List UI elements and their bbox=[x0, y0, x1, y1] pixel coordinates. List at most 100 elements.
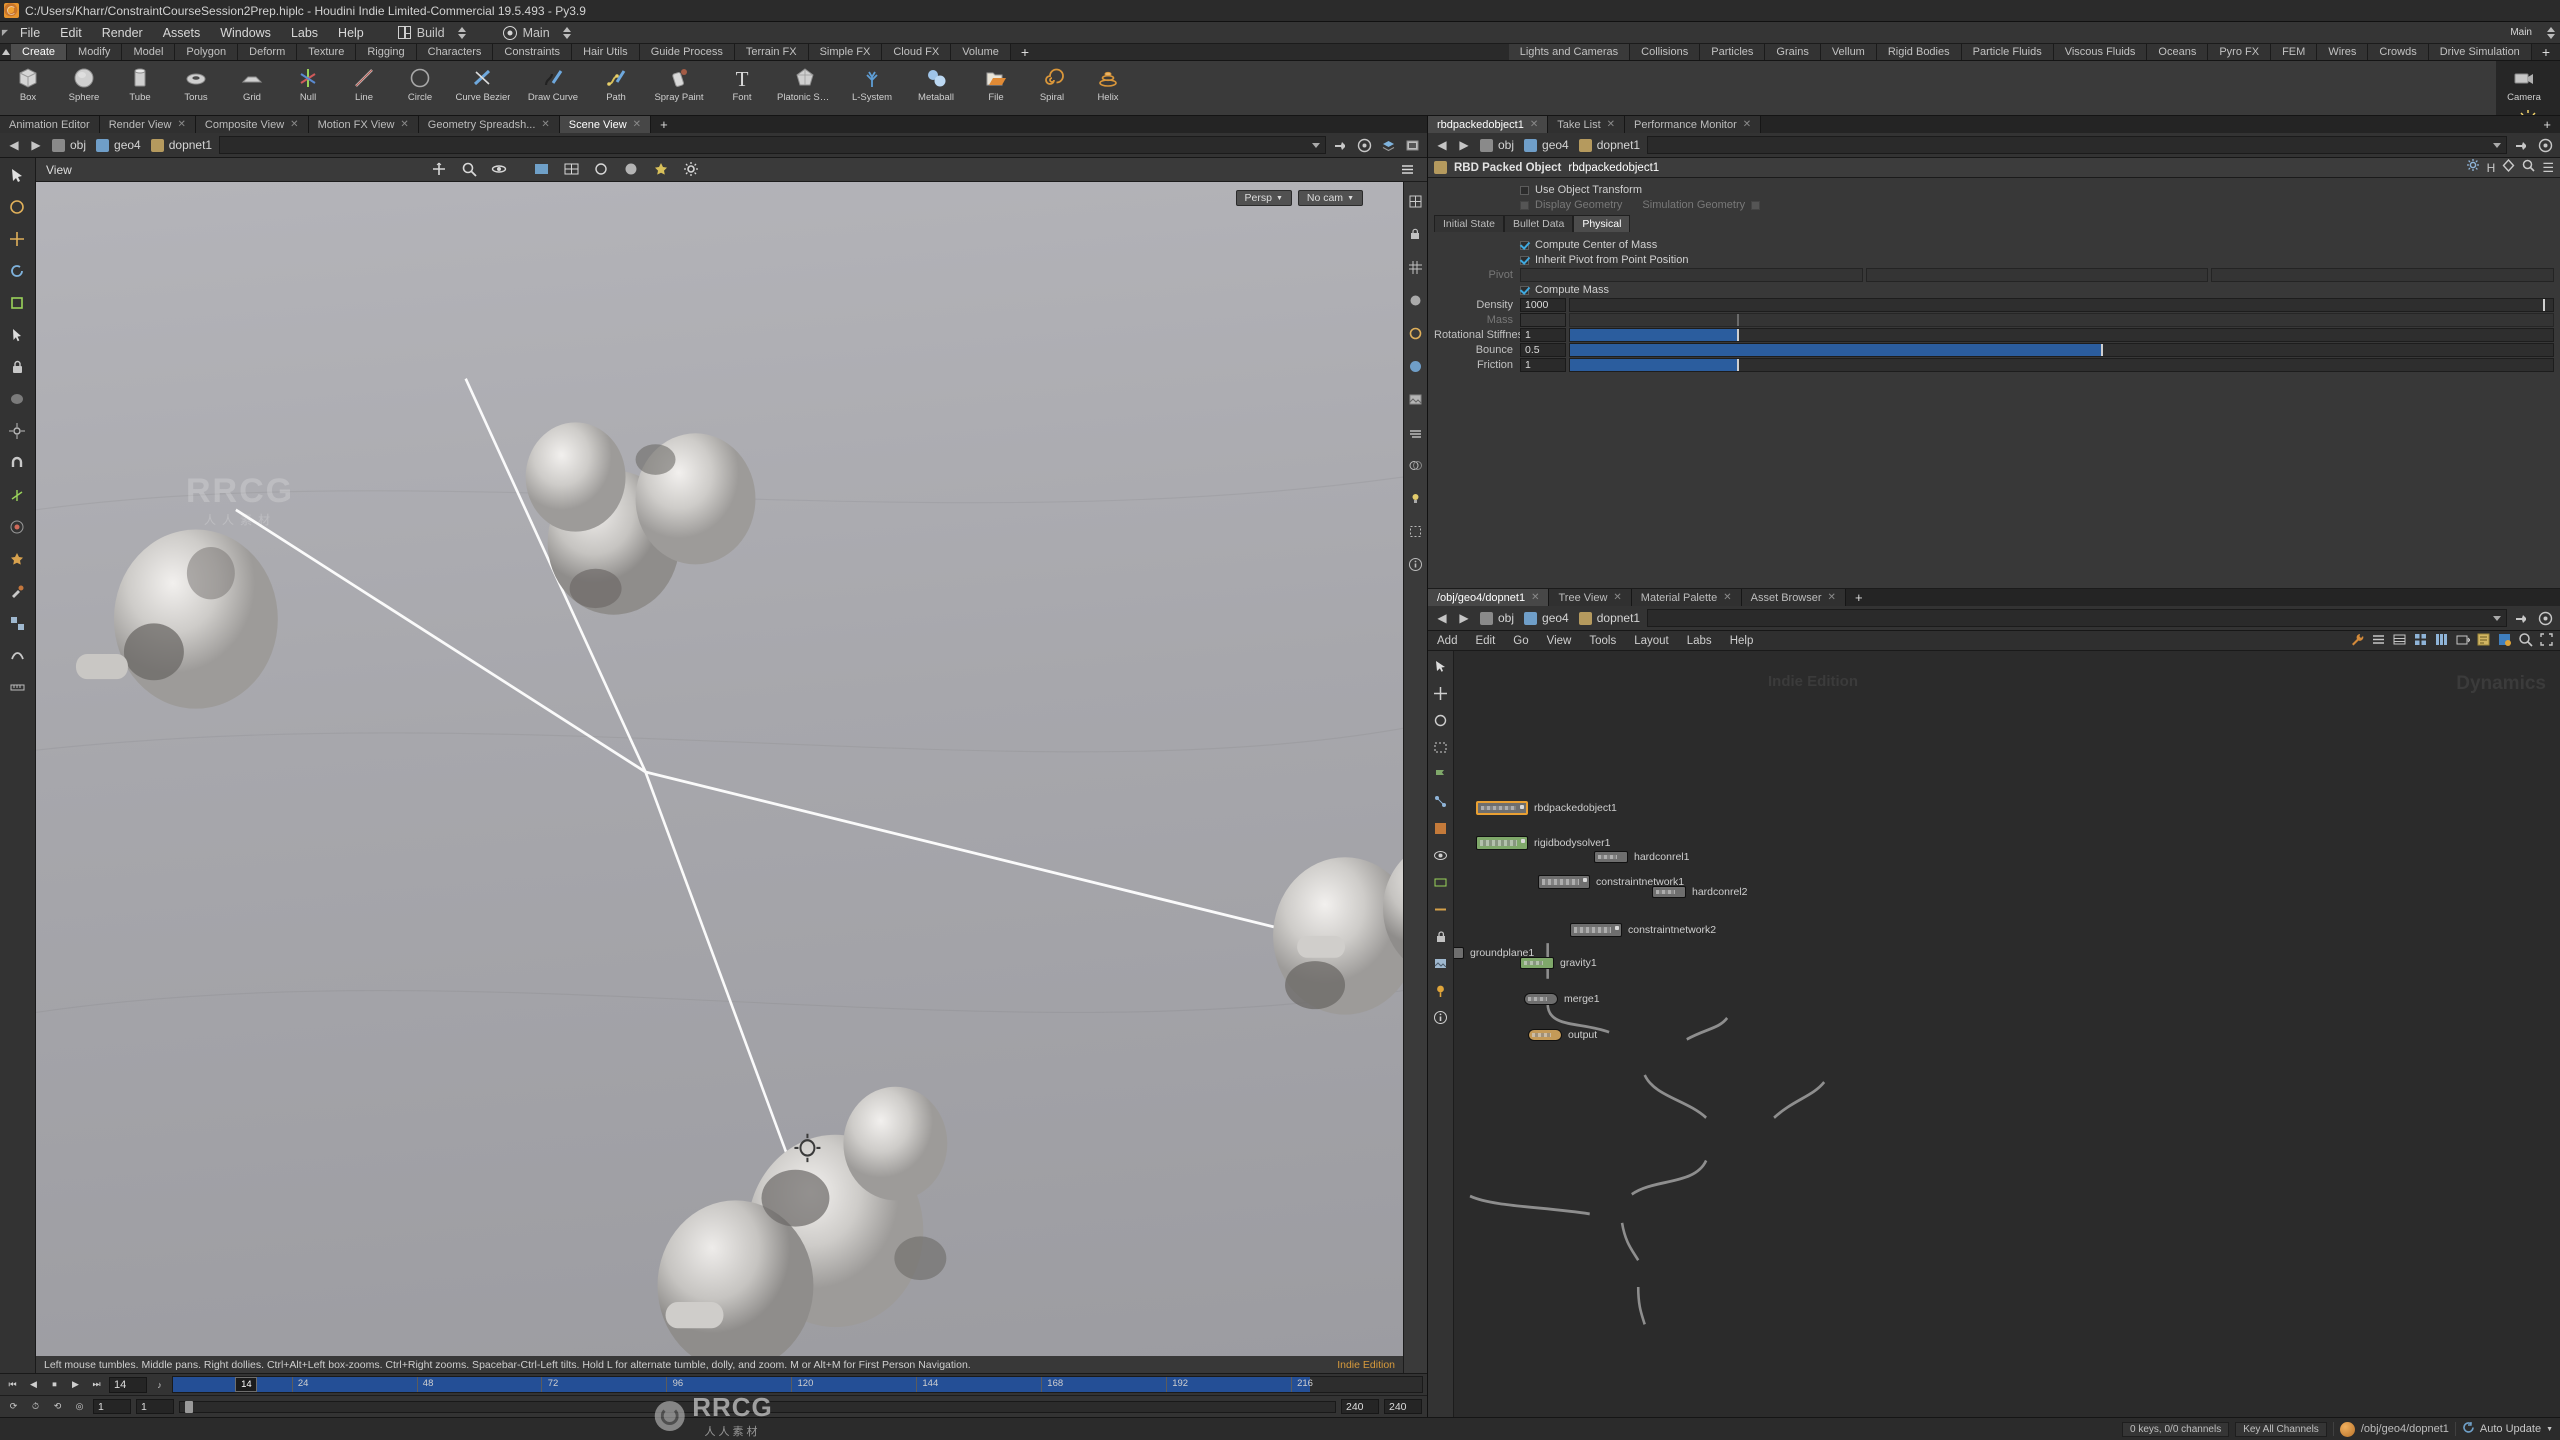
shelf-tool-line[interactable]: Line bbox=[336, 61, 392, 103]
highlight-icon[interactable] bbox=[1403, 320, 1428, 346]
shelf-tool-font[interactable]: T Font bbox=[714, 61, 770, 103]
shelf-tool-draw-curve[interactable]: Draw Curve bbox=[518, 61, 588, 103]
search-icon[interactable] bbox=[2518, 632, 2533, 650]
menu-labs[interactable]: Labs bbox=[281, 22, 328, 44]
network-editor-graph[interactable]: Indie Edition Dynamics rbdpackedobject1 … bbox=[1428, 651, 2560, 1417]
table-icon[interactable] bbox=[2392, 632, 2407, 650]
bg-image-icon[interactable] bbox=[1403, 386, 1428, 412]
key-scope-icon[interactable]: ◎ bbox=[71, 1398, 88, 1415]
shelf-add-tab-button[interactable]: + bbox=[1010, 44, 1040, 60]
node-box[interactable] bbox=[1476, 836, 1528, 850]
tab-asset-browser[interactable]: Asset Browser ✕ bbox=[1741, 589, 1846, 606]
back-icon[interactable]: ◀ bbox=[5, 136, 23, 154]
network-menu-go[interactable]: Go bbox=[1504, 631, 1537, 651]
node-box-icon[interactable] bbox=[1432, 738, 1450, 756]
playback-mode-icon[interactable]: ⟳ bbox=[5, 1398, 22, 1415]
tab-rbdpackedobject1[interactable]: rbdpackedobject1 ✕ bbox=[1428, 116, 1549, 133]
node-merge1[interactable]: merge1 bbox=[1524, 993, 1600, 1005]
crumb-obj[interactable]: obj bbox=[1477, 611, 1517, 625]
rotstiff-slider[interactable] bbox=[1569, 328, 2554, 342]
shelf-tab-particle-fluids[interactable]: Particle Fluids bbox=[1961, 44, 2054, 60]
shelf-tab-vellum[interactable]: Vellum bbox=[1820, 44, 1877, 60]
close-icon[interactable]: ✕ bbox=[1531, 592, 1539, 603]
bounce-input[interactable]: 0.5 bbox=[1520, 343, 1566, 357]
audio-icon[interactable]: ♪ bbox=[151, 1376, 168, 1393]
checkbox[interactable] bbox=[1520, 285, 1529, 295]
checkbox[interactable] bbox=[1520, 240, 1529, 250]
snapshot-icon[interactable] bbox=[2535, 135, 2555, 155]
sculpt-tool-icon[interactable] bbox=[5, 642, 31, 668]
onion-skin-icon[interactable] bbox=[1403, 452, 1428, 478]
info-icon[interactable] bbox=[1403, 551, 1428, 577]
tab-dopnet-network[interactable]: /obj/geo4/dopnet1 ✕ bbox=[1428, 589, 1550, 606]
shelf-tab-wires[interactable]: Wires bbox=[2317, 44, 2369, 60]
close-icon[interactable]: ✕ bbox=[290, 119, 298, 130]
measure-tool-icon[interactable] bbox=[5, 674, 31, 700]
range-end-input[interactable]: 240 bbox=[1341, 1399, 1379, 1414]
close-icon[interactable]: ✕ bbox=[1828, 592, 1836, 603]
node-move-icon[interactable] bbox=[1432, 684, 1450, 702]
scale-tool-icon[interactable] bbox=[5, 290, 31, 316]
close-icon[interactable]: ✕ bbox=[541, 119, 549, 130]
shelf-tab-model[interactable]: Model bbox=[122, 44, 176, 60]
chevron-down-icon[interactable] bbox=[2493, 142, 2501, 148]
menu-file[interactable]: File bbox=[10, 22, 50, 44]
gear-icon[interactable] bbox=[2466, 158, 2480, 177]
shelf-tool-grid[interactable]: Grid bbox=[224, 61, 280, 103]
pivot-icon[interactable] bbox=[5, 514, 31, 540]
menu-help[interactable]: Help bbox=[328, 22, 374, 44]
key-all-channels-button[interactable]: Key All Channels bbox=[2235, 1421, 2327, 1437]
close-icon[interactable]: ✕ bbox=[1723, 592, 1731, 603]
scene-path-input[interactable] bbox=[219, 136, 1326, 154]
crumb-geo4[interactable]: geo4 bbox=[1521, 611, 1572, 625]
viewport-3d-scene[interactable]: Persp ▼ No cam ▼ RRCG 人人素材 bbox=[36, 182, 1403, 1373]
houdini-help-icon[interactable]: H bbox=[2487, 161, 2496, 175]
node-bypass-icon[interactable] bbox=[1432, 900, 1450, 918]
pan-icon[interactable] bbox=[427, 158, 453, 183]
param-density[interactable]: Density 1000 bbox=[1434, 298, 2554, 312]
desktop-spinner[interactable] bbox=[455, 26, 469, 39]
range-start2-input[interactable]: 1 bbox=[136, 1399, 174, 1414]
wrench-icon[interactable] bbox=[2350, 632, 2365, 650]
left-add-tab-button[interactable]: + bbox=[651, 116, 677, 133]
crumb-dopnet1[interactable]: dopnet1 bbox=[1576, 138, 1643, 152]
param-tab-physical[interactable]: Physical bbox=[1573, 215, 1631, 232]
tab-animation-editor[interactable]: Animation Editor bbox=[0, 116, 100, 133]
tab-scene-view[interactable]: Scene View ✕ bbox=[559, 116, 652, 133]
param-inherit-pivot[interactable]: Inherit Pivot from Point Position bbox=[1434, 253, 2554, 267]
network-menu-help[interactable]: Help bbox=[1721, 631, 1763, 651]
node-box[interactable] bbox=[1524, 993, 1558, 1005]
param-add-tab-button[interactable]: + bbox=[2534, 116, 2560, 133]
step-forward-icon[interactable]: ⏭ bbox=[88, 1376, 105, 1393]
tab-composite-view[interactable]: Composite View ✕ bbox=[195, 116, 309, 133]
shelf-tab-constraints[interactable]: Constraints bbox=[493, 44, 573, 60]
close-icon[interactable]: ✕ bbox=[633, 119, 641, 130]
rotate-tool-icon[interactable] bbox=[5, 258, 31, 284]
tab-render-view[interactable]: Render View ✕ bbox=[99, 116, 196, 133]
network-menu-view[interactable]: View bbox=[1538, 631, 1581, 651]
crumb-dopnet1[interactable]: dopnet1 bbox=[148, 138, 215, 152]
play-icon[interactable]: ▶ bbox=[67, 1376, 84, 1393]
keyframe-icon[interactable] bbox=[2502, 158, 2515, 177]
ghost-icon[interactable] bbox=[5, 386, 31, 412]
node-box[interactable] bbox=[1594, 851, 1628, 863]
shelf-tab-guide-process[interactable]: Guide Process bbox=[639, 44, 735, 60]
back-icon[interactable]: ◀ bbox=[1433, 609, 1451, 627]
crumb-obj[interactable]: obj bbox=[49, 138, 89, 152]
network-menu-edit[interactable]: Edit bbox=[1466, 631, 1504, 651]
pivot-z-field[interactable] bbox=[2211, 268, 2555, 282]
settings-gear-icon[interactable] bbox=[679, 158, 705, 183]
menu-windows[interactable]: Windows bbox=[210, 22, 281, 44]
material-mode-icon[interactable] bbox=[619, 158, 645, 183]
node-box[interactable] bbox=[1476, 801, 1528, 815]
magnet-snap-icon[interactable] bbox=[5, 450, 31, 476]
search-icon[interactable] bbox=[2522, 159, 2535, 177]
node-display-icon[interactable] bbox=[1432, 846, 1450, 864]
checkbox[interactable] bbox=[1520, 255, 1529, 265]
node-info-icon[interactable] bbox=[1432, 1008, 1450, 1026]
menu-assets[interactable]: Assets bbox=[153, 22, 211, 44]
param-tab-bullet-data[interactable]: Bullet Data bbox=[1503, 215, 1574, 232]
handles-tool-icon[interactable] bbox=[5, 194, 31, 220]
viewport-spinner[interactable] bbox=[560, 26, 574, 39]
shelf-tool-platonic-solids[interactable]: Platonic Solids bbox=[770, 61, 840, 103]
